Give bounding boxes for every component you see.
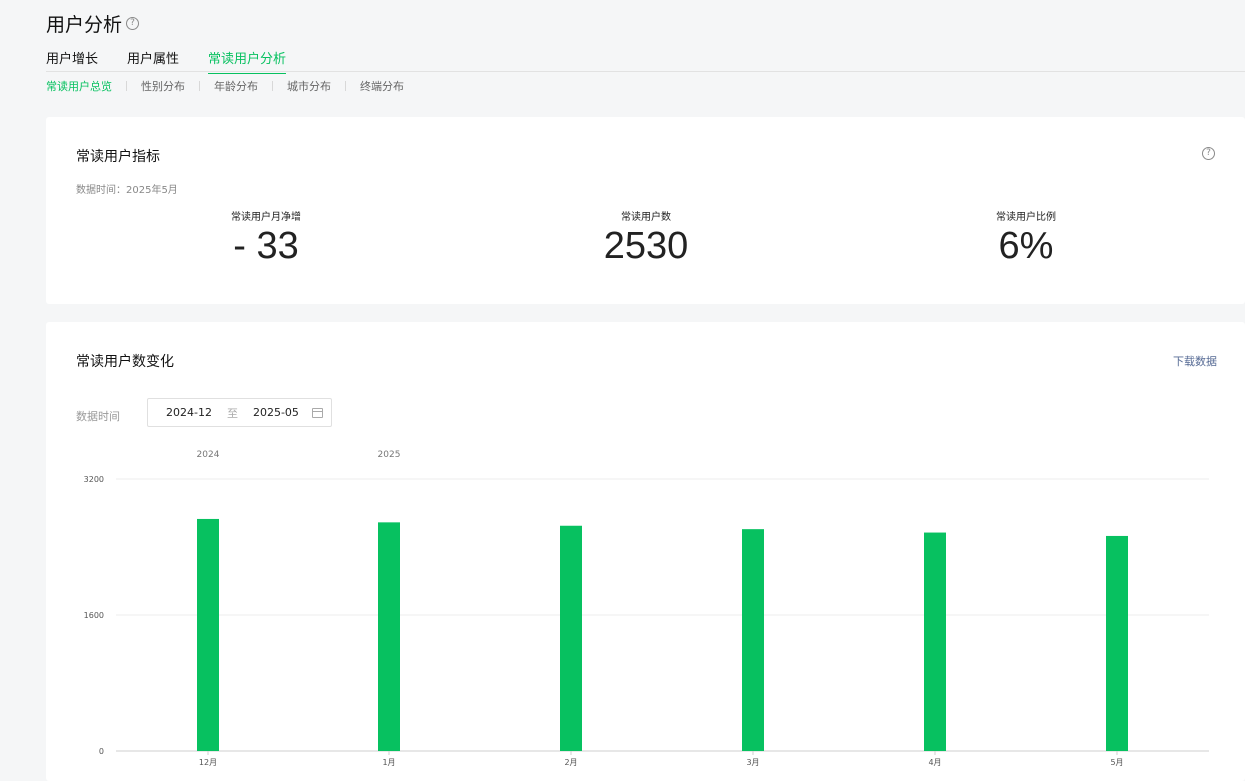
subtab-age[interactable]: 年龄分布 — [214, 78, 258, 94]
metric-label: 常读用户数 — [621, 212, 671, 223]
page-title: 用户分析 — [46, 14, 123, 36]
y-tick-label: 1600 — [84, 611, 104, 620]
divider — [345, 81, 346, 91]
x-tick-label: 2月 — [564, 758, 577, 767]
tabs-divider — [46, 71, 1245, 72]
metric-net-growth: 常读用户月净增 - 33 — [166, 208, 366, 266]
data-time: 数据时间：2025年5月 — [76, 185, 178, 196]
help-icon[interactable]: ? — [126, 17, 140, 30]
metric-label: 常读用户比例 — [996, 212, 1056, 223]
bar — [560, 525, 582, 751]
metric-label: 常读用户月净增 — [231, 212, 301, 223]
sub-tabs: 常读用户总览 性别分布 年龄分布 城市分布 终端分布 — [46, 78, 404, 94]
divider — [126, 81, 127, 91]
subtab-city[interactable]: 城市分布 — [287, 78, 331, 94]
divider — [199, 81, 200, 91]
y-tick-label: 0 — [99, 747, 104, 756]
bar — [1106, 535, 1128, 751]
metrics-help-icon[interactable]: ? — [1202, 147, 1215, 160]
bar-chart: 0 1600 3200 12月 1月 2月 3月 4月 5月 2024 2025 — [84, 450, 1209, 767]
bar — [742, 529, 764, 751]
metric-reader-count: 常读用户数 2530 — [546, 208, 746, 266]
bar — [924, 532, 946, 751]
subtab-gender[interactable]: 性别分布 — [141, 78, 185, 94]
subtab-device[interactable]: 终端分布 — [360, 78, 404, 94]
year-label: 2024 — [197, 450, 220, 460]
subtab-overview[interactable]: 常读用户总览 — [46, 78, 112, 94]
metric-value: - 33 — [233, 225, 299, 267]
year-label: 2025 — [378, 450, 401, 460]
page: 用户分析 ? 用户增长 用户属性 常读用户分析 常读用户总览 性别分布 年龄分布… — [0, 0, 1245, 781]
metric-reader-ratio: 常读用户比例 6% — [926, 208, 1126, 266]
bar — [378, 522, 400, 751]
metric-value: 6% — [998, 225, 1054, 267]
metrics-card: 常读用户指标 ? 数据时间：2025年5月 常读用户月净增 - 33 常读用户数… — [46, 117, 1245, 304]
trend-card: 常读用户数变化 下载数据 数据时间 2024-12 至 2025-05 0 160… — [46, 322, 1245, 781]
metrics-card-title: 常读用户指标 — [76, 149, 160, 165]
bar — [197, 518, 219, 751]
x-tick-label: 4月 — [928, 758, 941, 767]
divider — [272, 81, 273, 91]
y-tick-label: 3200 — [84, 475, 104, 484]
x-tick-label: 5月 — [1110, 758, 1123, 767]
title-row: 用户分析 ? — [46, 10, 140, 37]
x-tick-label: 12月 — [199, 758, 217, 767]
metric-value: 2530 — [603, 225, 689, 267]
x-tick-label: 3月 — [746, 758, 759, 767]
x-tick-label: 1月 — [382, 758, 395, 767]
